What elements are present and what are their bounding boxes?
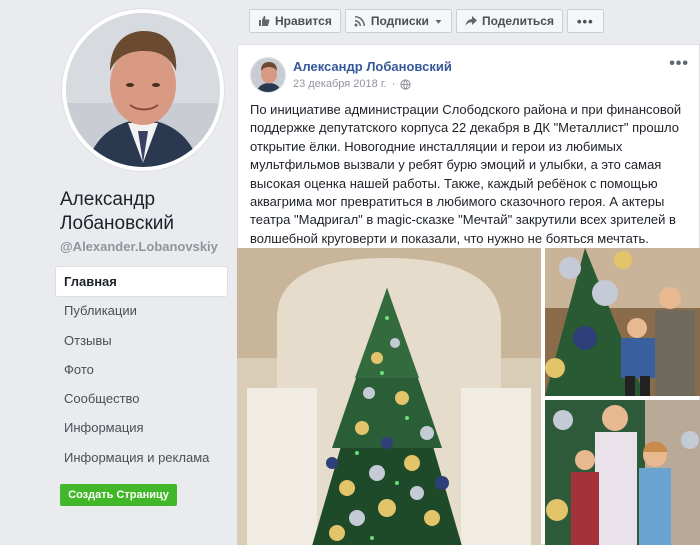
post-photo-main[interactable] <box>237 248 541 545</box>
nav-item-info[interactable]: Информация <box>56 413 227 442</box>
like-label: Нравится <box>275 14 332 28</box>
share-label: Поделиться <box>481 14 554 28</box>
caret-down-icon <box>435 19 442 24</box>
page-action-bar: Нравится Подписки Поделиться ••• <box>249 9 604 33</box>
nav-item-reviews[interactable]: Отзывы <box>56 326 227 355</box>
more-actions-button[interactable]: ••• <box>566 9 604 33</box>
post-photo-3[interactable] <box>545 400 700 545</box>
more-dots-icon: ••• <box>576 13 594 29</box>
nav-item-posts[interactable]: Публикации <box>56 296 227 325</box>
nav-item-photos[interactable]: Фото <box>56 355 227 384</box>
nav-item-info-ads[interactable]: Информация и реклама <box>56 443 227 472</box>
post-meta: 23 декабря 2018 г. · <box>293 78 411 90</box>
create-page-button[interactable]: Создать Страницу <box>60 484 177 506</box>
post-photo-2[interactable] <box>545 248 700 396</box>
post-card: Александр Лобановский 23 декабря 2018 г.… <box>237 44 700 545</box>
share-arrow-icon <box>465 16 477 26</box>
post-date[interactable]: 23 декабря 2018 г. <box>293 78 387 90</box>
meta-separator: · <box>391 78 396 90</box>
nav-item-home[interactable]: Главная <box>56 267 227 297</box>
post-options-icon[interactable]: ••• <box>669 55 689 73</box>
like-button[interactable]: Нравится <box>249 9 341 33</box>
nav-item-community[interactable]: Сообщество <box>56 384 227 413</box>
post-body-text: По инициативе администрации Слободского … <box>250 102 682 246</box>
thumbs-up-icon <box>259 16 270 26</box>
profile-name[interactable]: Александр Лобановский <box>60 188 230 236</box>
profile-avatar[interactable] <box>66 13 220 167</box>
subscribe-label: Подписки <box>370 14 429 28</box>
post-author-name[interactable]: Александр Лобановский <box>293 59 452 74</box>
post-author-avatar[interactable] <box>250 57 286 93</box>
rss-icon <box>354 16 365 27</box>
page-nav: Главная Публикации Отзывы Фото Сообществ… <box>56 267 227 472</box>
share-button[interactable]: Поделиться <box>455 9 563 33</box>
profile-handle[interactable]: @Alexander.Lobanovskiy <box>60 239 218 254</box>
subscribe-button[interactable]: Подписки <box>344 9 452 33</box>
left-sidebar: Александр Лобановский @Alexander.Lobanov… <box>0 0 237 545</box>
globe-icon[interactable] <box>400 78 411 90</box>
